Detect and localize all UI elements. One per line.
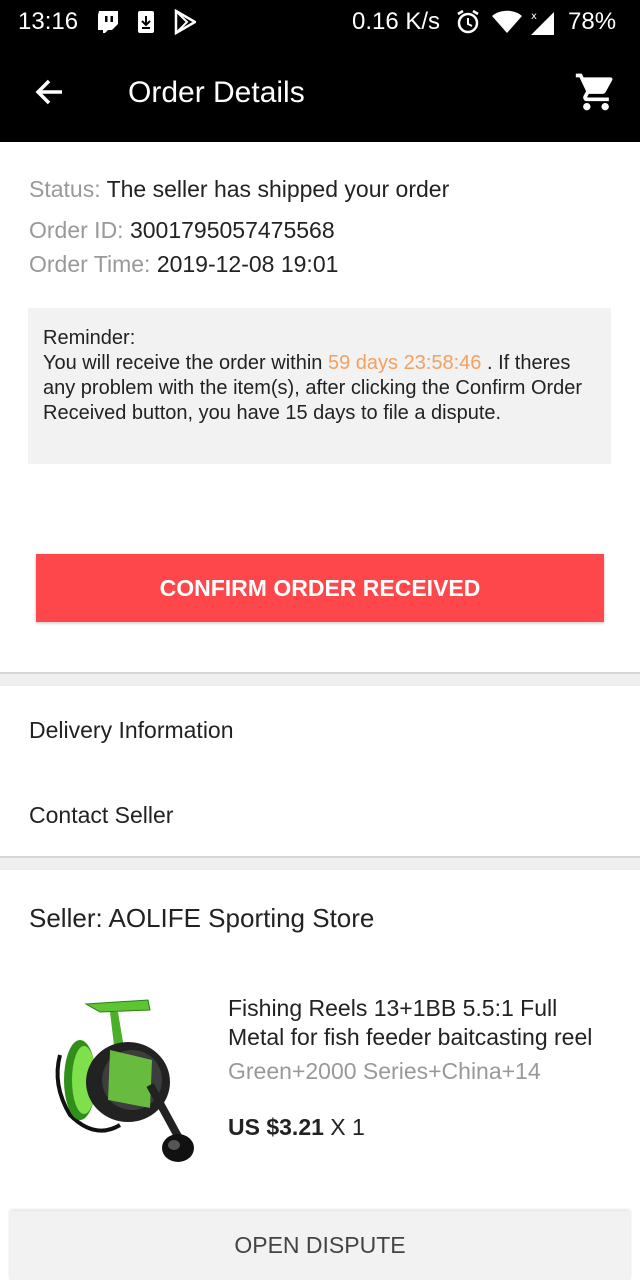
app-bar: Order Details [0,44,640,142]
reminder-text: You will receive the order within 59 day… [43,351,597,426]
countdown-timer: 59 days 23:58:46 [327,352,482,374]
status-value: The seller has shipped your order [106,176,450,202]
section-divider [0,856,640,870]
status-time: 13:16 [18,8,79,35]
order-time: Order Time: 2019-12-08 19:01 [29,251,338,278]
battery-level: 78% [568,8,617,35]
product-thumbnail[interactable] [40,990,210,1170]
section-divider [0,672,640,686]
twitch-icon [96,9,120,42]
reminder-heading: Reminder: [43,327,136,349]
reminder-text-before: You will receive the order within [43,352,328,374]
product-price-row: US $3.21 X 1 [228,1114,365,1141]
product-name-line-1: Fishing Reels 13+1BB 5.5:1 Full [228,995,558,1021]
confirm-order-received-button[interactable]: CONFIRM ORDER RECEIVED [36,554,604,622]
order-id-label: Order ID: [29,217,124,243]
product-name-line-2: Metal for fish feeder baitcasting reel [228,1024,593,1050]
contact-seller-link[interactable]: Contact Seller [29,802,173,829]
back-arrow-icon[interactable] [32,74,68,110]
open-dispute-button[interactable]: OPEN DISPUTE [10,1211,630,1280]
delivery-information-link[interactable]: Delivery Information [29,717,234,744]
play-store-icon [174,8,198,42]
order-id-value: 3001795057475568 [129,217,335,243]
order-time-value: 2019-12-08 19:01 [156,251,339,277]
seller-name[interactable]: Seller: AOLIFE Sporting Store [29,903,374,934]
product-variant: Green+2000 Series+China+14 [228,1058,541,1084]
product-quantity: X 1 [330,1114,365,1140]
page-title: Order Details [128,76,305,109]
order-status: Status: The seller has shipped your orde… [29,176,449,203]
svg-text:x: x [531,11,537,22]
product-price: US $3.21 [228,1114,324,1140]
reminder-box: Reminder: You will receive the order wit… [28,308,611,464]
signal-icon: x [528,9,556,44]
order-time-label: Order Time: [29,251,151,277]
status-label: Status: [29,176,101,202]
alarm-icon [456,9,480,42]
status-bar: 13:16 0.16 K/s x 78% [0,0,640,44]
order-id: Order ID: 3001795057475568 [29,217,335,244]
product-name[interactable]: Fishing Reels 13+1BB 5.5:1 Full Metal fo… [228,994,618,1052]
wifi-icon [491,9,523,42]
download-icon [137,9,155,42]
network-speed: 0.16 K/s [352,8,441,35]
cart-icon[interactable] [574,70,618,114]
